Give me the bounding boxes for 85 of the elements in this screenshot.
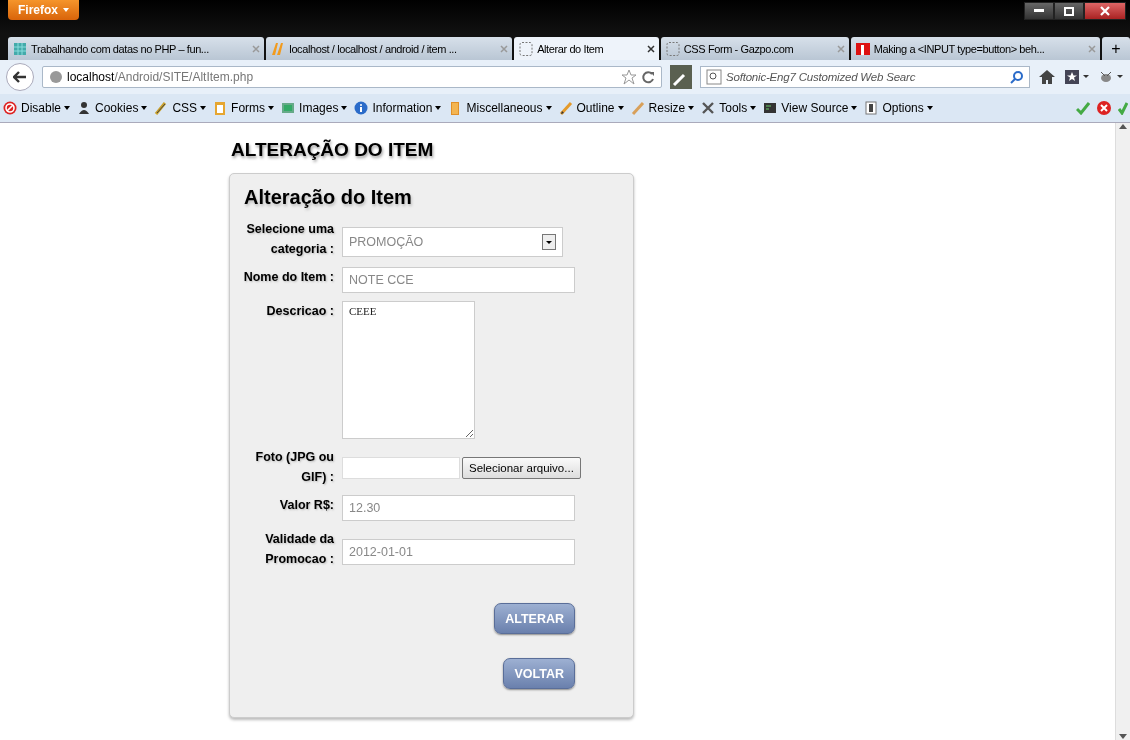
caret-icon — [435, 106, 442, 110]
reload-icon[interactable] — [641, 70, 655, 84]
scrollbar[interactable] — [1115, 123, 1130, 740]
toolbar-menu[interactable]: Forms — [212, 100, 275, 116]
close-button[interactable] — [1084, 2, 1126, 20]
file-path-field[interactable] — [342, 457, 460, 479]
toolbar-item-icon — [280, 100, 297, 116]
error-icon — [1096, 100, 1112, 116]
page-icon — [12, 40, 28, 57]
checkmark-icon — [1118, 101, 1128, 115]
bookmarks-icon[interactable] — [1064, 69, 1090, 85]
checkmark-icon — [1076, 101, 1090, 115]
caret-icon — [141, 106, 148, 110]
browser-tab[interactable]: Making a <INPUT type=button> beh... — [850, 37, 1100, 60]
field-label: Validade da Promocao : — [264, 531, 334, 568]
caret-icon — [545, 106, 552, 110]
globe-icon — [49, 70, 63, 84]
category-select[interactable]: PROMOÇÃO — [342, 227, 563, 257]
toolbar-menu[interactable]: View Source — [762, 100, 858, 116]
field-label: Descricao : — [265, 303, 334, 320]
caret-icon — [268, 106, 275, 110]
browser-tab[interactable]: CSS Form - Gazpo.com — [660, 37, 849, 60]
toolbar-menu[interactable]: Options — [863, 100, 933, 116]
toolbar-menu[interactable]: CSS — [153, 100, 207, 116]
toolbar-item-icon — [863, 100, 880, 116]
toolbar-menu[interactable]: Tools — [700, 100, 757, 116]
browser-tab[interactable]: Trabalhando com datas no PHP – fun... — [8, 37, 265, 60]
toolbar-menu[interactable]: Resize — [629, 100, 695, 116]
maximize-icon — [1064, 6, 1074, 16]
caret-icon — [64, 106, 71, 110]
toolbar-menu[interactable]: Images — [280, 100, 348, 116]
toolbar-menu[interactable]: Disable — [2, 100, 71, 116]
page-icon — [518, 40, 535, 57]
back-button[interactable] — [6, 63, 34, 91]
caret-icon — [750, 106, 757, 110]
home-icon[interactable] — [1038, 69, 1056, 85]
page-heading: ALTERAÇÃO DO ITEM — [231, 139, 435, 161]
form-title: Alteração do Item — [244, 186, 413, 209]
search-icon[interactable] — [1010, 70, 1024, 84]
text-field[interactable]: NOTE CCE — [342, 267, 575, 293]
star-icon[interactable] — [621, 69, 637, 85]
close-tab-icon[interactable] — [646, 44, 655, 53]
toolbar-menu[interactable]: Cookies — [76, 100, 148, 116]
browser-tab[interactable]: localhost / localhost / android / item ... — [266, 37, 513, 60]
text-field[interactable]: 2012-01-01 — [342, 539, 575, 565]
description-textarea[interactable]: CEEE — [342, 301, 475, 439]
field-label: Foto (JPG ou GIF) : — [254, 449, 334, 486]
caret-icon — [688, 106, 695, 110]
toolbar-item-icon — [557, 100, 574, 116]
page-icon — [854, 40, 871, 57]
close-icon — [1100, 6, 1110, 16]
toolbar-item-icon — [629, 100, 646, 116]
search-engine-icon[interactable] — [706, 69, 722, 85]
caret-icon — [200, 106, 207, 110]
toolbar-item-icon — [353, 100, 370, 116]
url-host: localhost — [67, 70, 115, 84]
caret-icon — [617, 106, 624, 110]
field-label: Selecione uma categoria : — [245, 221, 334, 258]
field-label: Valor R$: — [278, 497, 334, 514]
minimize-icon — [1034, 9, 1044, 13]
toolbar-item-icon — [762, 100, 779, 116]
toolbar-item-icon — [700, 100, 717, 116]
new-tab-button[interactable]: + — [1102, 37, 1130, 60]
search-field[interactable]: Softonic-Eng7 Customized Web Searc — [700, 66, 1030, 88]
address-bar[interactable]: localhost/Android/SITE/AltItem.php — [42, 66, 662, 88]
toolbar-menu[interactable]: Outline — [557, 100, 624, 116]
caret-icon — [851, 106, 858, 110]
minimize-button[interactable] — [1024, 2, 1054, 20]
select-file-button[interactable]: Selecionar arquivo... — [462, 457, 581, 479]
maximize-button[interactable] — [1054, 2, 1084, 20]
page-icon — [664, 40, 681, 57]
toolbar-menu[interactable]: Miscellaneous — [447, 100, 552, 116]
browser-tab[interactable]: Alterar do Item — [514, 37, 659, 60]
bug-icon[interactable] — [1098, 69, 1124, 85]
addon-icon[interactable] — [670, 65, 692, 89]
scroll-down-icon[interactable] — [1119, 734, 1127, 740]
caret-icon — [926, 106, 933, 110]
url-path: /Android/SITE/AltItem.php — [114, 70, 254, 84]
back-arrow-icon — [13, 71, 27, 83]
toolbar-item-icon — [2, 100, 18, 116]
caret-icon — [63, 8, 69, 12]
field-label: Nome do Item : — [242, 269, 334, 286]
text-field[interactable]: 12.30 — [342, 495, 575, 521]
toolbar-menu[interactable]: Information — [353, 100, 442, 116]
caret-icon — [341, 106, 348, 110]
